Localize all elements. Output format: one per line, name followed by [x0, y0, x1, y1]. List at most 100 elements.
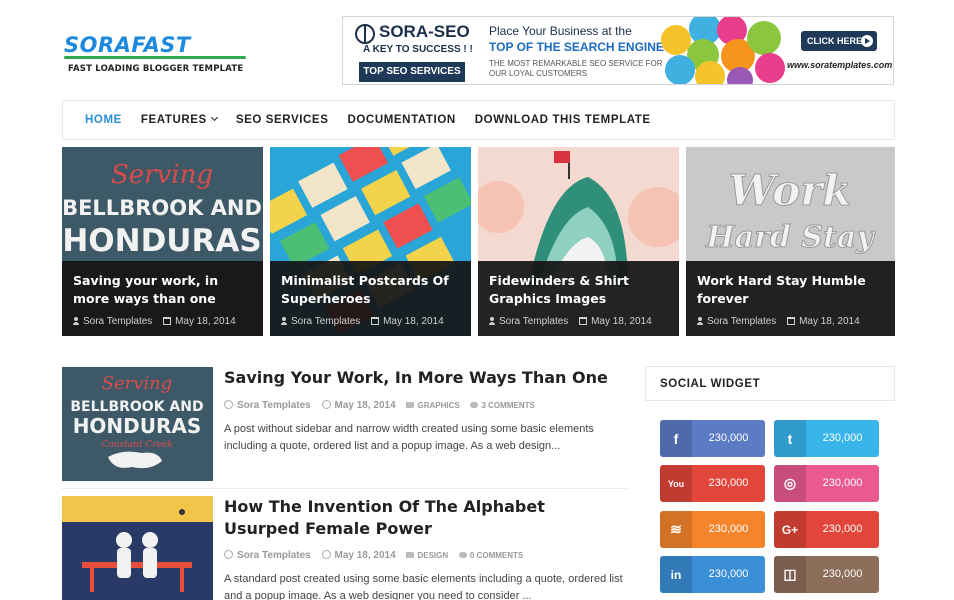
ad-copy: Place Your Business at the TOP OF THE SE…: [489, 24, 672, 79]
clock-icon: [321, 550, 331, 559]
main-navigation: HOME FEATURES SEO SERVICES DOCUMENTATION…: [62, 100, 895, 140]
ad-bubble: [695, 61, 725, 84]
image-text: HONDURAS: [62, 223, 261, 259]
social-count: 230,000: [708, 568, 749, 580]
post-meta: Sora Templates May 18, 2014 GRAPHICS 3 C…: [224, 399, 535, 411]
social-widget-title: SOCIAL WIDGET: [645, 366, 895, 401]
featured-card[interactable]: Serving BELLBROOK AND HONDURAS Saving yo…: [62, 147, 263, 336]
image-text: HONDURAS: [73, 414, 202, 438]
ad-bubble: [747, 21, 781, 55]
instagram-icon: ◫: [774, 556, 806, 593]
folder-icon: [406, 402, 415, 408]
rss-icon: ≋: [660, 511, 692, 548]
user-icon: [697, 317, 703, 325]
user-icon: [73, 317, 79, 325]
site-logo[interactable]: SORAFAST FAST LOADING BLOGGER TEMPLATE: [64, 34, 248, 78]
nav-item-seo-services[interactable]: SEO SERVICES: [236, 114, 329, 126]
featured-card[interactable]: Minimalist Postcards Of Superheroes Sora…: [270, 147, 471, 336]
post-title[interactable]: How The Invention Of The Alphabet Usurpe…: [224, 496, 624, 540]
nav-item-home[interactable]: HOME: [85, 114, 122, 126]
featured-title[interactable]: Minimalist Postcards Of Superheroes: [281, 272, 460, 310]
image-text: BELLBROOK AND: [70, 399, 203, 415]
ad-bubble: [665, 55, 695, 84]
featured-title[interactable]: Work Hard Stay Humble forever: [697, 272, 884, 310]
twitter-icon: t: [774, 420, 806, 457]
calendar-icon: [371, 317, 380, 325]
post-item: Serving BELLBROOK AND HONDURAS Constant …: [62, 367, 628, 481]
featured-author[interactable]: Sora Templates: [291, 316, 360, 327]
comment-icon: [470, 402, 479, 408]
social-button-twitter[interactable]: t 230,000: [774, 420, 879, 457]
youtube-icon: You: [660, 465, 692, 502]
featured-date: May 18, 2014: [799, 316, 860, 327]
featured-slider: Serving BELLBROOK AND HONDURAS Saving yo…: [62, 147, 895, 336]
ad-brand-block: SORA-SEO A KEY TO SUCCESS ! ! TOP SEO SE…: [347, 20, 473, 82]
ad-services-pill: TOP SEO SERVICES: [359, 62, 465, 82]
featured-title[interactable]: Fidewinders & Shirt Graphics Images: [489, 272, 668, 310]
featured-meta: Sora Templates May 18, 2014: [281, 316, 460, 327]
post-category[interactable]: GRAPHICS: [417, 401, 459, 410]
featured-card[interactable]: Work Hard Stay Work Hard Stay Humble for…: [686, 147, 895, 336]
facebook-icon: f: [660, 420, 692, 457]
clock-icon: [321, 400, 331, 409]
nav-item-download[interactable]: DOWNLOAD THIS TEMPLATE: [475, 114, 651, 126]
post-date: May 18, 2014: [334, 400, 396, 411]
ad-bubble: [755, 53, 785, 83]
social-button-google-plus[interactable]: G+ 230,000: [774, 511, 879, 548]
logo-tagline: FAST LOADING BLOGGER TEMPLATE: [68, 64, 244, 74]
image-text: Hard Stay: [705, 220, 876, 255]
ad-click-here-button[interactable]: CLICK HERE: [801, 31, 877, 51]
post-comments[interactable]: 3 COMMENTS: [481, 401, 534, 410]
post-author[interactable]: Sora Templates: [237, 400, 311, 411]
social-button-instagram[interactable]: ◫ 230,000: [774, 556, 879, 593]
post-comments[interactable]: 0 COMMENTS: [470, 551, 523, 560]
play-icon: [861, 35, 873, 47]
social-count: 230,000: [822, 432, 863, 444]
ad-brand-name: SORA-SEO: [379, 22, 470, 41]
post-title[interactable]: Saving Your Work, In More Ways Than One: [224, 367, 624, 389]
social-button-rss[interactable]: ≋ 230,000: [660, 511, 765, 548]
social-count: 230,000: [708, 523, 749, 535]
social-button-facebook[interactable]: f 230,000: [660, 420, 765, 457]
post-author[interactable]: Sora Templates: [237, 550, 311, 561]
linkedin-icon: in: [660, 556, 692, 593]
featured-card[interactable]: Fidewinders & Shirt Graphics Images Sora…: [478, 147, 679, 336]
nav-item-features[interactable]: FEATURES: [140, 113, 218, 126]
featured-caption: Fidewinders & Shirt Graphics Images Sora…: [478, 261, 679, 336]
featured-caption: Minimalist Postcards Of Superheroes Sora…: [270, 261, 471, 336]
ad-subheadline: TOP OF THE SEARCH ENGINES: [489, 40, 672, 54]
logo-swoosh: [64, 56, 246, 59]
featured-author[interactable]: Sora Templates: [707, 316, 776, 327]
social-button-dribbble[interactable]: ◎ 230,000: [774, 465, 879, 502]
featured-caption: Work Hard Stay Humble forever Sora Templ…: [686, 261, 895, 336]
social-count: 230,000: [822, 477, 863, 489]
ad-bubbles-graphic: [661, 17, 799, 84]
post-item: How The Invention Of The Alphabet Usurpe…: [62, 496, 628, 600]
post-category[interactable]: DESIGN: [417, 551, 448, 560]
social-button-linkedin[interactable]: in 230,000: [660, 556, 765, 593]
user-icon: [224, 550, 233, 559]
comment-icon: [458, 552, 467, 558]
featured-author[interactable]: Sora Templates: [83, 316, 152, 327]
featured-title[interactable]: Saving your work, in more ways than one: [73, 272, 252, 310]
nav-item-label: FEATURES: [140, 114, 207, 126]
calendar-icon: [579, 317, 588, 325]
featured-caption: Saving your work, in more ways than one …: [62, 261, 263, 336]
post-thumbnail[interactable]: Serving BELLBROOK AND HONDURAS Constant …: [62, 367, 213, 481]
social-count: 230,000: [708, 432, 749, 444]
folder-icon: [406, 552, 415, 558]
featured-date: May 18, 2014: [383, 316, 444, 327]
logo-wordmark: SORAFAST: [64, 33, 191, 57]
post-excerpt: A standard post created using some basic…: [224, 573, 623, 600]
post-date: May 18, 2014: [334, 550, 396, 561]
nav-item-documentation[interactable]: DOCUMENTATION: [347, 114, 455, 126]
image-text: Constant Creek: [101, 440, 172, 450]
social-button-youtube[interactable]: You 230,000: [660, 465, 765, 502]
ad-headline: Place Your Business at the: [489, 24, 632, 38]
image-text: Work: [729, 166, 852, 215]
featured-meta: Sora Templates May 18, 2014: [697, 316, 884, 327]
post-thumbnail[interactable]: [62, 496, 213, 600]
header-ad-banner[interactable]: SORA-SEO A KEY TO SUCCESS ! ! TOP SEO SE…: [342, 16, 894, 85]
featured-author[interactable]: Sora Templates: [499, 316, 568, 327]
post-meta: Sora Templates May 18, 2014 DESIGN 0 COM…: [224, 549, 523, 561]
